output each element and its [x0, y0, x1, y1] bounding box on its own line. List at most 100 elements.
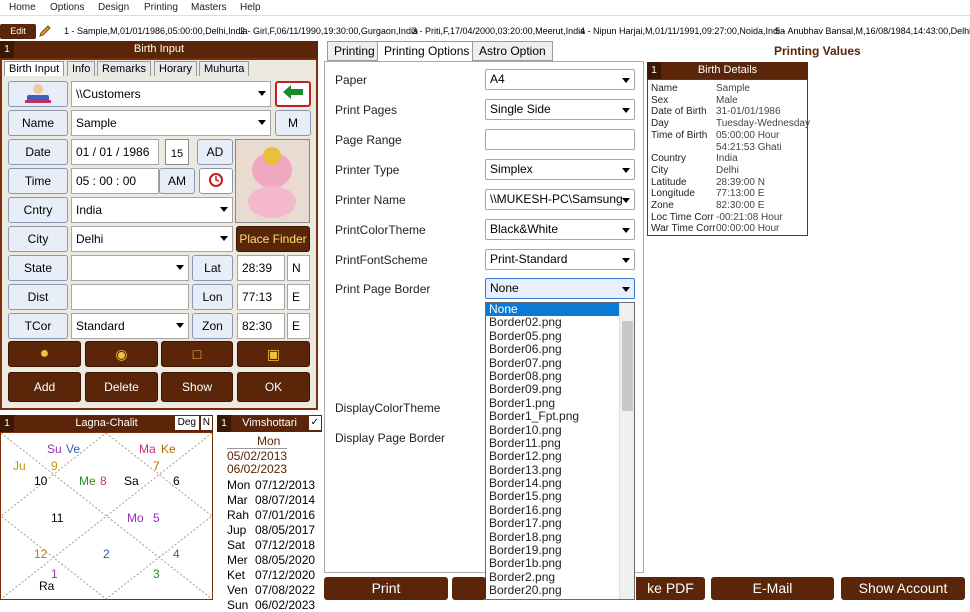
lon-label-button[interactable]: Lon [192, 284, 233, 310]
lat-label-button[interactable]: Lat [192, 255, 233, 281]
list-item[interactable]: Border12.png [486, 450, 634, 463]
city-dropdown[interactable]: Delhi [71, 226, 233, 252]
option-select[interactable]: Single Side [485, 99, 635, 120]
delete-button[interactable]: Delete [85, 372, 158, 402]
country-label-button[interactable]: Cntry [8, 197, 68, 223]
list-item[interactable]: Border20.png [486, 584, 634, 597]
option-select[interactable]: Print-Standard [485, 249, 635, 270]
menu-options[interactable]: Options [50, 2, 84, 13]
list-item[interactable]: Border02.png [486, 316, 634, 329]
deg-toggle[interactable]: Deg [174, 416, 199, 430]
email-button[interactable]: E-Mail [711, 577, 834, 600]
dasha-row[interactable]: Sat 07/12/2018 [227, 538, 315, 552]
city-label-button[interactable]: City [8, 226, 68, 252]
tcor-dropdown[interactable]: Standard [71, 313, 189, 339]
tab-remarks[interactable]: Remarks [97, 61, 152, 76]
dasha-row[interactable]: Ven 07/08/2022 [227, 583, 315, 597]
tab-info[interactable]: Info [67, 61, 96, 76]
dasha-row[interactable]: Mar 08/07/2014 [227, 493, 315, 507]
menu-help[interactable]: Help [240, 2, 261, 13]
menu-masters[interactable]: Masters [191, 2, 227, 13]
district-field[interactable] [71, 284, 189, 310]
gender-button[interactable]: M [275, 110, 311, 136]
recent-record-3[interactable]: 3 - Priti,F,17/04/2000,03:20:00,Meerut,I… [412, 26, 585, 36]
list-item[interactable]: Border1.png [486, 396, 634, 410]
menu-design[interactable]: Design [98, 2, 129, 13]
tab-printing[interactable]: Printing [327, 41, 382, 61]
list-scrollbar[interactable] [619, 303, 634, 599]
lagna-chart[interactable]: Su Ve Ma Ke Ju 9 7 10 Me 8 Sa 6 11 Mo 5 … [0, 432, 213, 600]
zone-direction[interactable]: E [287, 313, 310, 339]
country-dropdown[interactable]: India [71, 197, 233, 223]
ok-button[interactable]: OK [237, 372, 310, 402]
place-finder-button[interactable]: Place Finder [236, 226, 310, 252]
list-item[interactable]: Border18.png [486, 530, 634, 544]
make-pdf-button[interactable]: ke PDF [636, 577, 705, 600]
recent-record-4[interactable]: 4 - Nipun Harjai,M,01/11/1991,09:27:00,N… [580, 26, 785, 36]
latitude-field[interactable]: 28:39 [237, 255, 285, 281]
era-button[interactable]: AD [197, 139, 233, 165]
add-button[interactable]: Add [8, 372, 81, 402]
list-item[interactable]: Border05.png [486, 329, 634, 343]
target-button[interactable]: ◉ [85, 341, 158, 367]
show-button[interactable]: Show [161, 372, 233, 402]
list-item[interactable]: Border11.png [486, 436, 634, 450]
option-select[interactable]: Black&White [485, 219, 635, 240]
tcor-label-button[interactable]: TCor [8, 313, 68, 339]
tab-birth-input[interactable]: Birth Input [4, 61, 65, 76]
list-item[interactable]: Border10.png [486, 423, 634, 437]
option-select[interactable]: Simplex [485, 159, 635, 180]
tab-printing-options[interactable]: Printing Options [377, 41, 477, 61]
recent-record-2[interactable]: 2 - Girl,F,06/11/1990,19:30:00,Gurgaon,I… [240, 26, 418, 36]
list-item[interactable]: Border06.png [486, 342, 634, 356]
list-item[interactable]: Border1_Fpt.png [486, 409, 634, 423]
option-select[interactable]: \\MUKESH-PC\Samsung [485, 189, 635, 210]
option-select[interactable]: A4 [485, 69, 635, 90]
tab-horary[interactable]: Horary [154, 61, 198, 76]
list-item[interactable]: Border15.png [486, 490, 634, 503]
recent-record-1[interactable]: 1 - Sample,M,01/01/1986,05:00:00,Delhi,I… [64, 26, 248, 36]
dasha-row[interactable]: Sun 06/02/2023 [227, 598, 315, 612]
list-item[interactable]: Border13.png [486, 463, 634, 477]
longitude-field[interactable]: 77:13 [237, 284, 285, 310]
dasha-row[interactable]: Jup 08/05/2017 [227, 523, 315, 537]
time-label-button[interactable]: Time [8, 168, 68, 194]
border-dropdown-list[interactable]: None Border02.png Border05.png Border06.png… [485, 302, 635, 600]
tab-muhurta[interactable]: Muhurta [199, 61, 250, 76]
name-field[interactable]: Sample [71, 110, 271, 136]
date-label-button[interactable]: Date [8, 139, 68, 165]
date-field[interactable]: 01 / 01 / 1986 [71, 139, 159, 165]
ampm-button[interactable]: AM [159, 168, 195, 194]
scrollbar-thumb[interactable] [622, 321, 633, 411]
list-item[interactable]: None [486, 303, 634, 317]
list-item[interactable]: Border16.png [486, 503, 634, 517]
show-account-button[interactable]: Show Account [841, 577, 965, 600]
state-label-button[interactable]: State [8, 255, 68, 281]
menu-printing[interactable]: Printing [144, 2, 178, 13]
state-dropdown[interactable] [71, 255, 189, 281]
list-item[interactable]: Border07.png [486, 356, 634, 370]
list-item[interactable]: Border19.png [486, 543, 634, 557]
list-item[interactable]: Border17.png [486, 517, 634, 530]
latitude-direction[interactable]: N [287, 255, 310, 281]
zon-label-button[interactable]: Zon [192, 313, 233, 339]
print-button[interactable]: Print [324, 577, 448, 600]
dasha-row[interactable]: Mer 08/05/2020 [227, 553, 315, 567]
north-toggle[interactable]: N [200, 416, 212, 430]
list-item[interactable]: Border2.png [486, 570, 634, 584]
recent-record-5[interactable]: 5 - Anubhav Bansal,M,16/08/1984,14:43:00… [775, 26, 970, 36]
pencil-icon[interactable] [38, 24, 52, 38]
longitude-direction[interactable]: E [287, 284, 310, 310]
name-label-button[interactable]: Name [8, 110, 68, 136]
edit-dob-button[interactable]: Edit DOB [0, 24, 36, 51]
dasha-row[interactable]: Ket 07/12/2020 [227, 568, 315, 582]
calendar-icon[interactable]: 15 [165, 139, 189, 165]
time-field[interactable]: 05 : 00 : 00 [71, 168, 159, 194]
dist-label-button[interactable]: Dist [8, 284, 68, 310]
check-icon[interactable]: ✓ [308, 416, 321, 430]
save-button[interactable]: ▣ [237, 341, 310, 367]
dasha-row[interactable]: Rah 07/01/2016 [227, 508, 315, 522]
zone-field[interactable]: 82:30 [237, 313, 285, 339]
list-item[interactable]: Border1b.png [486, 557, 634, 570]
alarm-clock-button[interactable] [199, 168, 233, 194]
